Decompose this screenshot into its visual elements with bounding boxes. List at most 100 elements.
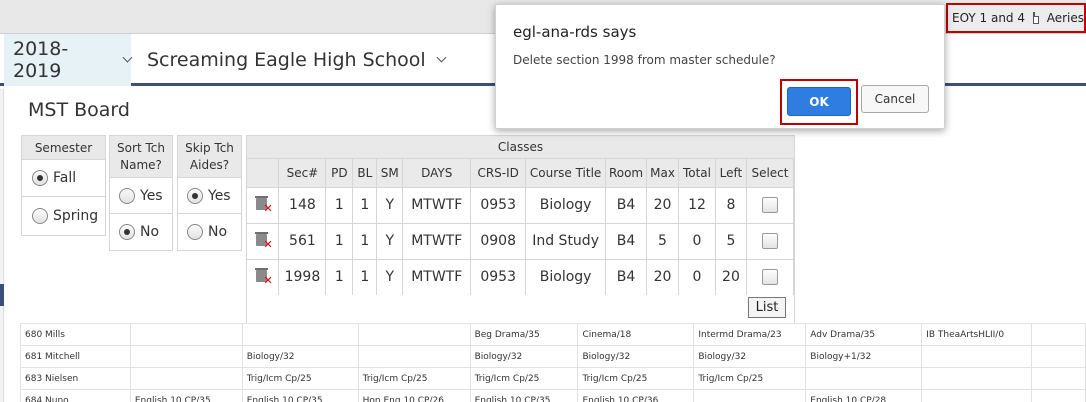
cell-days: MTWTF [402,186,472,223]
period-cell[interactable]: English 10 CP/35 [469,389,579,402]
teacher-cell[interactable]: 681 Mitchell [20,345,131,368]
dialog-message: Delete section 1998 from master schedule… [513,53,776,67]
grid-row: 680 Mills Beg Drama/35 Cinema/18 Intermd… [20,323,1086,346]
skip-aides-option-no[interactable]: No [178,214,241,250]
select-checkbox[interactable] [761,269,778,286]
cell-pd: 1 [325,186,354,223]
period-cell[interactable]: Trig/Icm Cp/25 [693,367,807,390]
period-cell[interactable]: Biology/32 [241,345,359,368]
period-cell[interactable]: Beg Drama/35 [469,323,579,346]
period-cell[interactable] [921,389,1033,402]
chevron-down-icon [436,52,447,63]
chevron-down-icon [122,52,133,63]
classes-heading: Classes [247,136,794,159]
grid-row: 681 Mitchell Biology/32 Biology/32 Biolo… [20,345,1086,368]
period-cell[interactable] [129,323,243,346]
list-button[interactable]: List [748,297,786,318]
skip-aides-option-label: Yes [208,187,231,204]
cell-pd: 1 [325,258,354,295]
period-cell[interactable] [357,345,471,368]
select-checkbox[interactable] [761,233,778,249]
teacher-cell[interactable]: 684 Nuno [20,389,131,402]
period-cell[interactable]: IB TheaArtsHLII/0 [921,323,1033,346]
select-checkbox[interactable] [761,197,778,213]
cancel-button[interactable]: Cancel [861,85,929,113]
period-cell[interactable]: Biology/32 [577,345,695,368]
period-cell[interactable] [241,323,359,346]
radio-selected-icon[interactable] [187,187,203,204]
cell-sm: Y [376,186,404,223]
period-cell[interactable]: Biology/32 [469,345,579,368]
select-cell [746,222,795,259]
school-value: Screaming Eagle High School [147,49,426,71]
period-cell[interactable]: Adv Drama/35 [805,323,923,346]
scenario-label[interactable]: EOY 1 and 4 [952,11,1025,25]
delete-cell: ✕ [247,222,280,259]
period-cell[interactable] [693,389,807,402]
teacher-cell[interactable]: 680 Mills [20,323,131,346]
period-cell[interactable]: English 10 CP/35 [241,389,359,402]
period-cell[interactable] [1031,345,1086,368]
cell-sm: Y [376,222,404,259]
radio-selected-icon[interactable] [119,224,135,240]
cell-left: 20 [715,258,747,295]
teacher-cell[interactable]: 683 Nielsen [20,367,131,390]
cell-room: B4 [605,258,648,295]
period-cell[interactable] [1031,323,1086,346]
radio-selected-icon[interactable] [32,170,48,186]
cell-course-title: Biology [525,186,607,223]
period-cell[interactable]: Trig/Icm Cp/25 [241,367,359,390]
period-cell[interactable] [129,367,243,390]
period-cell[interactable] [921,367,1033,390]
classes-panel: Classes Sec# PD BL SM DAYS CRS-ID Course… [246,135,795,324]
app-name[interactable]: Aeries [1047,11,1084,25]
period-cell[interactable] [805,367,923,390]
cell-pd: 1 [325,222,354,259]
semester-heading: Semester [22,136,105,160]
period-cell[interactable] [129,345,243,368]
period-cell[interactable]: Cinema/18 [577,323,695,346]
period-cell[interactable] [1031,389,1086,402]
cell-total: 0 [678,222,716,259]
semester-option-fall[interactable]: Fall [22,160,105,197]
period-cell[interactable]: Trig/Icm Cp/25 [469,367,579,390]
period-cell[interactable] [357,323,471,346]
period-cell[interactable]: Biology/32 [693,345,807,368]
radio-icon[interactable] [187,224,203,240]
period-cell[interactable] [1031,367,1086,390]
ok-button[interactable]: OK [787,87,851,116]
page-title: MST Board [28,99,130,121]
semester-panel: Semester Fall Spring [21,135,106,236]
document-icon[interactable] [1033,12,1039,24]
cell-total: 0 [678,258,716,295]
cell-left: 5 [715,222,747,259]
period-cell[interactable]: Intermd Drama/23 [693,323,807,346]
period-cell[interactable]: Hon Eng 10 CP/26 [357,389,471,402]
period-cell[interactable]: English 10 CP/28 [805,389,923,402]
radio-icon[interactable] [32,207,48,224]
sort-teacher-option-yes[interactable]: Yes [110,178,172,214]
column-header: SM [376,159,404,187]
cell-max: 20 [646,258,679,295]
period-cell[interactable]: Trig/Icm Cp/25 [577,367,695,390]
period-cell[interactable]: English 10 CP/36 [577,389,695,402]
period-cell[interactable]: English 10 CP/35 [129,389,243,402]
semester-option-spring[interactable]: Spring [22,197,105,234]
sort-teacher-panel: Sort Tch Name? Yes No [109,135,173,251]
period-cell[interactable] [921,345,1033,368]
period-cell[interactable]: Trig/Icm Cp/25 [357,367,471,390]
period-cell[interactable]: Biology+1/32 [805,345,923,368]
delete-cell: ✕ [247,258,280,295]
cell-max: 5 [646,222,679,259]
year-dropdown[interactable]: 2018-2019 [4,34,133,86]
sort-teacher-option-no[interactable]: No [110,214,172,250]
trash-delete-icon[interactable]: ✕ [254,195,273,214]
select-cell [746,186,795,223]
skip-aides-option-yes[interactable]: Yes [178,178,241,214]
trash-delete-icon[interactable]: ✕ [254,267,273,286]
classes-header-row: Sec# PD BL SM DAYS CRS-ID Course Title R… [247,159,795,187]
radio-icon[interactable] [119,187,135,204]
grid-row: 683 Nielsen Trig/Icm Cp/25 Trig/Icm Cp/2… [20,367,1086,390]
trash-delete-icon[interactable]: ✕ [254,231,273,250]
school-dropdown[interactable]: Screaming Eagle High School [147,34,447,86]
